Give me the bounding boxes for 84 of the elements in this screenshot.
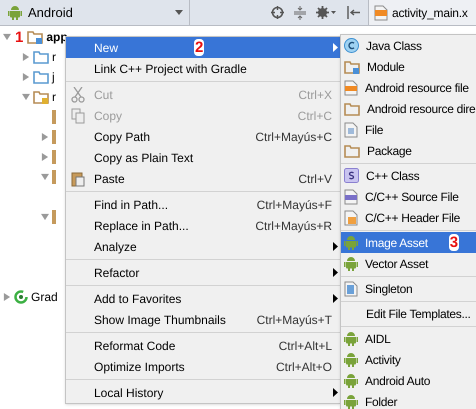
menu-item[interactable]: AIDL: [341, 328, 476, 349]
menu-item[interactable]: Refactor: [66, 262, 340, 283]
copy-icon: [71, 108, 85, 124]
menu-item[interactable]: C/C++ Header File: [341, 207, 476, 228]
class-icon: [344, 168, 359, 183]
menu-item[interactable]: Local History: [66, 382, 340, 403]
expand-arrow-icon[interactable]: [22, 53, 30, 61]
view-selector[interactable]: Android: [0, 0, 190, 25]
menu-item[interactable]: Edit File Templates...: [341, 303, 476, 324]
source-file-icon: [344, 188, 358, 204]
expand-arrow-icon[interactable]: [41, 133, 49, 141]
menu-item[interactable]: File: [341, 119, 476, 140]
layout-file-icon: [374, 4, 388, 20]
menu-item[interactable]: Replace in Path... Ctrl+Mayús+R: [66, 215, 340, 236]
menu-item[interactable]: C++ Class: [341, 165, 476, 186]
menu-item[interactable]: Show Image Thumbnails Ctrl+Mayús+T: [66, 309, 340, 330]
android-icon: [344, 352, 358, 367]
dropdown-arrow-icon: [175, 10, 183, 15]
shortcut-label: Ctrl+X: [298, 86, 332, 104]
shortcut-label: Ctrl+Alt+O: [276, 358, 332, 376]
shortcut-label: Ctrl+Mayús+T: [256, 312, 332, 328]
expand-arrow-icon[interactable]: [41, 153, 49, 161]
paste-icon: [71, 170, 85, 186]
menu-item[interactable]: C/C++ Source File: [341, 186, 476, 207]
settings-icon[interactable]: [316, 6, 336, 19]
android-icon: [344, 256, 358, 271]
menu-item[interactable]: Android resource dire: [341, 98, 476, 119]
scissors-icon: [71, 86, 85, 102]
menu-item[interactable]: Android Auto: [341, 370, 476, 391]
collapse-arrow-icon[interactable]: [22, 93, 30, 101]
menu-item[interactable]: Singleton: [341, 278, 476, 299]
menu-item[interactable]: Analyze: [66, 236, 340, 257]
module-icon: [344, 60, 360, 74]
menu-item[interactable]: Android resource file: [341, 77, 476, 98]
editor-tab[interactable]: activity_main.x: [368, 0, 476, 25]
shortcut-label: Ctrl+Alt+L: [278, 338, 332, 354]
menu-item[interactable]: Vector Asset: [341, 253, 476, 274]
collapse-arrow-icon[interactable]: [41, 173, 49, 181]
collapse-arrow-icon[interactable]: [41, 213, 49, 221]
menu-item[interactable]: Package: [341, 140, 476, 161]
menu-item[interactable]: Image Asset 3: [341, 232, 476, 253]
tree-item-label[interactable]: Grad: [31, 288, 58, 306]
android-icon: [344, 331, 358, 346]
file-icon: [344, 122, 358, 138]
hide-panel-icon[interactable]: [346, 6, 360, 19]
android-icon: [344, 394, 358, 409]
menu-item[interactable]: Reformat Code Ctrl+Alt+L: [66, 335, 340, 356]
menu-item[interactable]: New 2: [66, 37, 340, 58]
menu-item[interactable]: Module: [341, 56, 476, 77]
tree-item-label[interactable]: j: [52, 68, 55, 86]
step-number: 1: [14, 30, 24, 44]
gradle-icon: [14, 290, 28, 304]
collapse-icon[interactable]: [294, 6, 306, 20]
step-number: 2: [194, 38, 204, 56]
menu-item[interactable]: Activity: [341, 349, 476, 370]
package-icon: [344, 144, 360, 158]
collapse-arrow-icon[interactable]: [3, 33, 11, 41]
shortcut-label: Ctrl+V: [298, 170, 332, 188]
menu-item[interactable]: Optimize Imports Ctrl+Alt+O: [66, 356, 340, 377]
menu-item[interactable]: Link C++ Project with Gradle: [66, 58, 340, 79]
menu-item[interactable]: Add to Favorites: [66, 288, 340, 309]
android-icon: [8, 5, 22, 20]
tree-item-label[interactable]: r: [52, 88, 56, 106]
step-number: 3: [448, 234, 459, 250]
singleton-icon: [344, 280, 358, 296]
header-file-icon: [344, 210, 358, 226]
menu-item[interactable]: Copy Path Ctrl+Mayús+C: [66, 126, 340, 147]
menu-item[interactable]: Paste Ctrl+V: [66, 168, 340, 189]
target-icon[interactable]: [271, 6, 284, 19]
expand-arrow-icon[interactable]: [22, 73, 30, 81]
shortcut-label: Ctrl+Mayús+C: [255, 128, 332, 146]
android-icon: [344, 373, 358, 388]
shortcut-label: Ctrl+Mayús+F: [256, 196, 332, 214]
shortcut-label: Ctrl+C: [298, 108, 332, 124]
menu-item[interactable]: Find in Path... Ctrl+Mayús+F: [66, 194, 340, 215]
class-icon: [344, 38, 359, 53]
resource-file-icon: [344, 80, 358, 96]
tree-item-label[interactable]: r: [52, 48, 56, 66]
expand-arrow-icon[interactable]: [3, 293, 11, 301]
shortcut-label: Ctrl+Mayús+R: [255, 218, 332, 234]
menu-item[interactable]: Java Class: [341, 35, 476, 56]
menu-item[interactable]: Copy as Plain Text: [66, 147, 340, 168]
android-icon: [344, 235, 358, 250]
menu-item[interactable]: Folder: [341, 391, 476, 409]
